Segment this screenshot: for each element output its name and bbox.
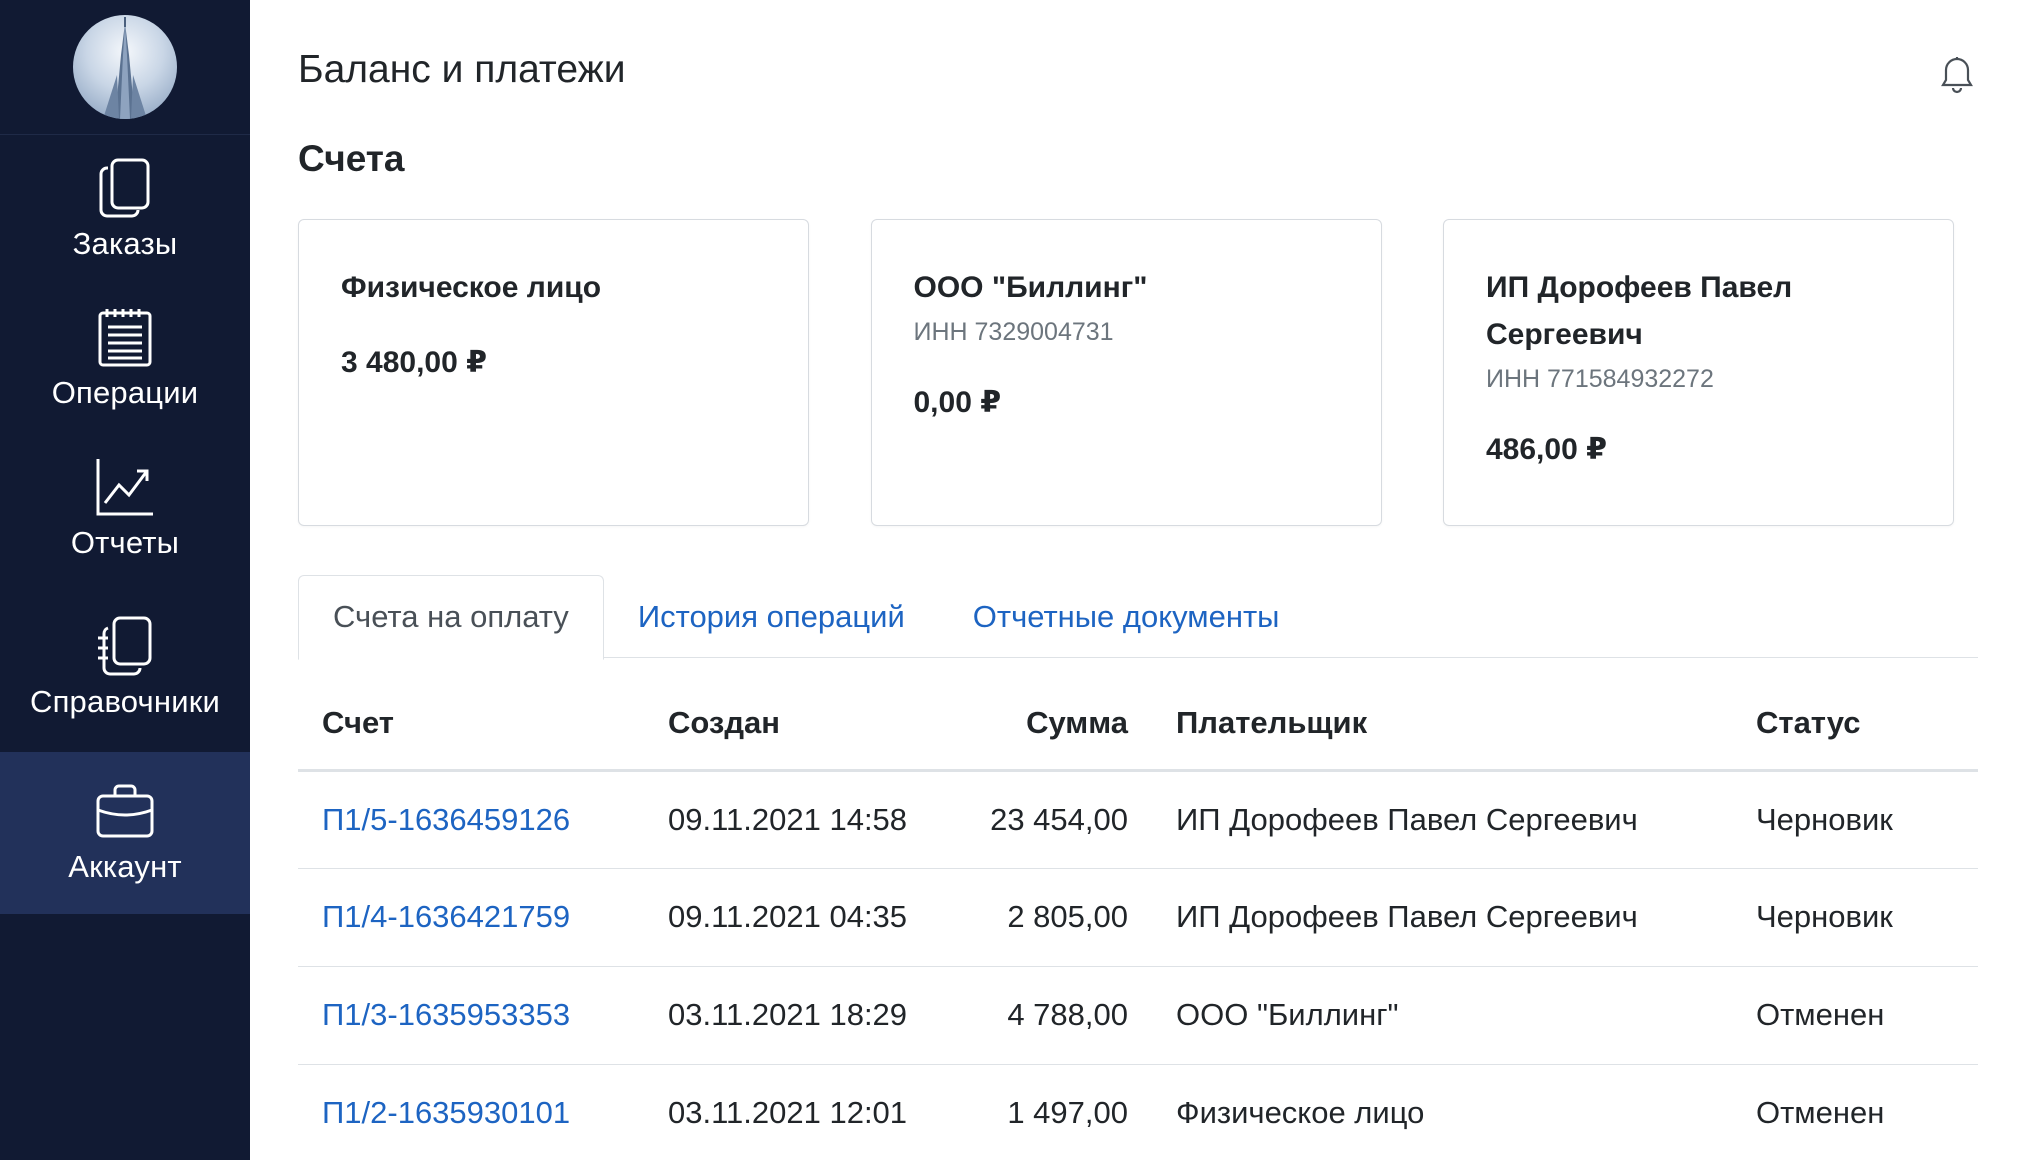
account-card[interactable]: ООО "Биллинг" ИНН 7329004731 0,00 ₽ [870,219,1382,526]
account-inn: ИНН 7329004731 [913,318,1114,346]
sidebar-item-label: Операции [51,375,199,410]
status-cell: Черновик [1732,770,1978,869]
sidebar-item-account[interactable]: Аккаунт [0,752,250,914]
sum-cell: 4 788,00 [944,966,1152,1065]
sidebar-item-label: Справочники [29,684,220,719]
copy-icon [95,158,155,218]
tab-operations-history[interactable]: История операций [604,575,939,658]
account-name: ИП Дорофеев Павел Сергеевич [1486,271,1793,351]
sidebar-item-label: Аккаунт [68,849,182,884]
table-row: П1/3-1635953353 03.11.2021 18:29 4 788,0… [298,966,1978,1065]
logo-area [0,0,250,135]
sidebar: Заказы Операции Отчеты Справочники Аккау… [0,0,250,1160]
sidebar-item-directories[interactable]: Справочники [0,584,250,752]
created-cell: 09.11.2021 14:58 [644,770,944,869]
account-balance: 0,00 ₽ [913,386,1002,419]
sum-cell: 23 454,00 [944,770,1152,869]
column-header-sum[interactable]: Сумма [944,678,1152,772]
status-cell: Отменен [1732,966,1978,1065]
account-cards: Физическое лицо 3 480,00 ₽ ООО "Биллинг"… [298,219,1954,526]
sum-cell: 1 497,00 [944,1064,1152,1160]
invoices-table: Счет Создан Сумма Плательщик Статус П1/5… [298,678,1978,1160]
chart-icon [95,457,155,517]
invoice-link[interactable]: П1/3-1635953353 [322,997,570,1032]
account-card[interactable]: ИП Дорофеев Павел Сергеевич ИНН 77158493… [1443,219,1954,526]
column-header-created[interactable]: Создан [644,678,944,772]
payer-cell: ИП Дорофеев Павел Сергеевич [1152,770,1732,869]
notebook-icon [95,616,155,676]
bell-icon[interactable] [1940,56,1974,94]
tabs: Счета на оплату История операций Отчетны… [298,575,1978,660]
main-content: Баланс и платежи Счета Физическое лицо 3… [250,0,2018,1160]
sidebar-item-operations[interactable]: Операции [0,284,250,434]
table-header-row: Счет Создан Сумма Плательщик Статус [298,678,1978,772]
payer-cell: ООО "Биллинг" [1152,966,1732,1065]
invoice-link[interactable]: П1/4-1636421759 [322,899,570,934]
account-name: Физическое лицо [341,271,602,304]
created-cell: 03.11.2021 18:29 [644,966,944,1065]
notepad-icon [95,307,155,367]
account-balance: 3 480,00 ₽ [341,346,487,379]
status-cell: Отменен [1732,1064,1978,1160]
sidebar-item-reports[interactable]: Отчеты [0,434,250,584]
payer-cell: ИП Дорофеев Павел Сергеевич [1152,868,1732,967]
invoice-link[interactable]: П1/2-1635930101 [322,1095,570,1130]
accounts-section-title: Счета [298,138,405,179]
created-cell: 03.11.2021 12:01 [644,1064,944,1160]
account-card[interactable]: Физическое лицо 3 480,00 ₽ [298,219,809,526]
table-row: П1/4-1636421759 09.11.2021 04:35 2 805,0… [298,868,1978,967]
sidebar-item-orders[interactable]: Заказы [0,135,250,284]
page-title: Баланс и платежи [298,48,626,91]
table-row: П1/2-1635930101 03.11.2021 12:01 1 497,0… [298,1064,1978,1160]
sidebar-item-label: Отчеты [70,525,180,560]
sum-cell: 2 805,00 [944,868,1152,967]
payer-cell: Физическое лицо [1152,1064,1732,1160]
sidebar-item-label: Заказы [72,225,178,261]
tab-invoices[interactable]: Счета на оплату [298,575,604,660]
briefcase-icon [95,781,155,841]
table-row: П1/5-1636459126 09.11.2021 14:58 23 454,… [298,770,1978,869]
status-cell: Черновик [1732,868,1978,967]
tab-reporting-documents[interactable]: Отчетные документы [939,575,1314,658]
account-balance: 486,00 ₽ [1486,433,1607,466]
logo-avatar[interactable] [73,15,177,119]
account-name: ООО "Биллинг" [913,271,1148,304]
invoice-cell: П1/4-1636421759 [298,868,644,967]
invoice-cell: П1/3-1635953353 [298,966,644,1065]
invoice-cell: П1/5-1636459126 [298,770,644,869]
account-inn: ИНН 771584932272 [1486,365,1714,393]
invoice-link[interactable]: П1/5-1636459126 [322,802,570,837]
created-cell: 09.11.2021 04:35 [644,868,944,967]
column-header-invoice[interactable]: Счет [298,678,644,772]
invoice-cell: П1/2-1635930101 [298,1064,644,1160]
column-header-payer[interactable]: Плательщик [1152,678,1732,772]
column-header-status[interactable]: Статус [1732,678,1978,772]
